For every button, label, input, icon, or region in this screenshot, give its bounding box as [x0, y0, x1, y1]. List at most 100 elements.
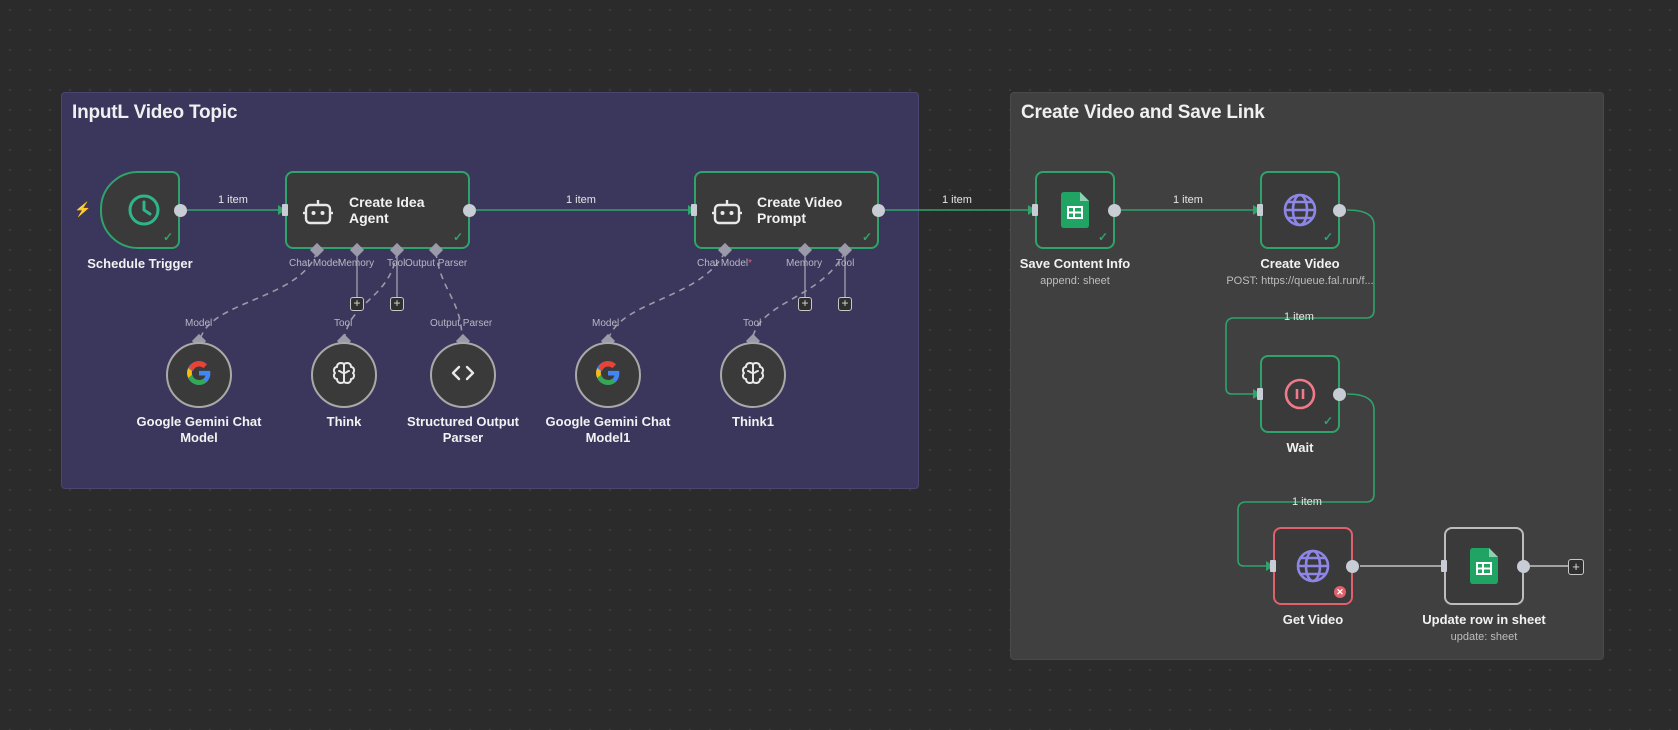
node-google-gemini-chat-model[interactable]: [166, 342, 232, 408]
input-port[interactable]: [1032, 204, 1038, 216]
node-title: Create Video Prompt: [757, 194, 842, 226]
port-label-chat-model: Chat Model*: [697, 258, 752, 269]
node-label: Wait: [1286, 440, 1314, 455]
input-port[interactable]: [1257, 204, 1263, 216]
add-tool-button[interactable]: +: [390, 297, 404, 311]
node-wait[interactable]: ✓: [1260, 355, 1340, 433]
error-icon: ✕: [1334, 586, 1346, 598]
input-port[interactable]: [282, 204, 288, 216]
node-label: Schedule Trigger: [87, 256, 193, 271]
node-title-line: Prompt: [757, 210, 806, 226]
node-label: Structured Output Parser: [393, 414, 533, 446]
globe-icon: [1280, 190, 1320, 230]
edge-label: 1 item: [1292, 496, 1322, 508]
node-label-line: Google Gemini Chat: [136, 414, 262, 429]
success-check-icon: ✓: [1322, 414, 1333, 428]
clock-icon: [124, 190, 164, 230]
port-label-memory: Memory: [786, 258, 823, 269]
output-port[interactable]: [1517, 560, 1530, 573]
port-label-tool: Tool: [387, 258, 406, 269]
node-save-content-info[interactable]: ✓: [1035, 171, 1115, 249]
node-think1[interactable]: [720, 342, 786, 408]
node-label: Think: [326, 414, 362, 429]
edge-label: 1 item: [942, 194, 972, 206]
port-label-model: Model: [592, 318, 620, 329]
required-marker: *: [748, 258, 753, 269]
success-check-icon: ✓: [162, 230, 173, 244]
google-icon: [186, 360, 212, 391]
node-subtitle: append: sheet: [1040, 275, 1110, 287]
port-label-tool: Tool: [334, 318, 353, 329]
port-label-output-parser: Output Parser: [430, 318, 493, 329]
node-label: Create Video: [1260, 256, 1340, 271]
node-think[interactable]: [311, 342, 377, 408]
port-label-text: Chat Model: [697, 258, 749, 269]
node-structured-output-parser[interactable]: [430, 342, 496, 408]
output-port[interactable]: [1108, 204, 1121, 217]
node-label-line: Model: [180, 430, 218, 445]
add-tool-button[interactable]: +: [838, 297, 852, 311]
input-port[interactable]: [1257, 388, 1263, 400]
node-label: Google Gemini Chat Model1: [528, 414, 688, 446]
node-create-idea-agent[interactable]: Create Idea Agent ✓: [285, 171, 470, 249]
node-label-line: Model1: [585, 430, 631, 445]
add-node-button[interactable]: +: [1568, 559, 1584, 575]
node-label-line: Parser: [442, 430, 484, 445]
port-label-output-parser: Output Parser: [405, 258, 468, 269]
node-label: Save Content Info: [1019, 256, 1131, 271]
node-title: Create Idea Agent: [349, 194, 424, 226]
output-port[interactable]: [1333, 204, 1346, 217]
node-title-line: Agent: [349, 210, 389, 226]
success-check-icon: ✓: [861, 230, 872, 244]
brain-icon: [740, 360, 766, 391]
globe-icon: [1293, 546, 1333, 586]
edge-label: 1 item: [1284, 311, 1314, 323]
node-label: Think1: [732, 414, 774, 429]
input-port[interactable]: [1270, 560, 1276, 572]
robot-icon: [712, 197, 742, 227]
node-subtitle: update: sheet: [1450, 631, 1518, 643]
node-update-row-in-sheet[interactable]: [1444, 527, 1524, 605]
output-port[interactable]: [1333, 388, 1346, 401]
node-title-line: Create Idea: [349, 194, 425, 210]
robot-icon: [303, 197, 333, 227]
port-label-model: Model: [185, 318, 213, 329]
google-sheets-icon: [1057, 191, 1093, 229]
add-memory-button[interactable]: +: [798, 297, 812, 311]
output-port[interactable]: [463, 204, 476, 217]
success-check-icon: ✓: [452, 230, 463, 244]
node-create-video-prompt[interactable]: Create Video Prompt ✓: [694, 171, 879, 249]
code-icon: [450, 362, 476, 389]
edge-label: 1 item: [1173, 194, 1203, 206]
node-subtitle: POST: https://queue.fal.run/f...: [1226, 275, 1374, 287]
edge-label: 1 item: [218, 194, 248, 206]
brain-icon: [331, 360, 357, 391]
success-check-icon: ✓: [1322, 230, 1333, 244]
output-port[interactable]: [174, 204, 187, 217]
node-label: Get Video: [1282, 612, 1344, 627]
input-port[interactable]: [1441, 560, 1447, 572]
output-port[interactable]: [872, 204, 885, 217]
trigger-bolt-icon: ⚡: [74, 201, 92, 217]
input-port[interactable]: [691, 204, 697, 216]
node-label: Update row in sheet: [1422, 612, 1546, 627]
success-check-icon: ✓: [1097, 230, 1108, 244]
node-get-video[interactable]: ✕: [1273, 527, 1353, 605]
node-schedule-trigger[interactable]: ✓: [100, 171, 180, 249]
port-label-chat-model: Chat Model: [289, 258, 339, 269]
port-label-memory: Memory: [338, 258, 375, 269]
add-memory-button[interactable]: +: [350, 297, 364, 311]
node-title-line: Create Video: [757, 194, 843, 210]
port-label-tool: Tool: [836, 258, 855, 269]
port-label-tool: Tool: [743, 318, 762, 329]
output-port[interactable]: [1346, 560, 1359, 573]
pause-icon: [1280, 374, 1320, 414]
node-label: Google Gemini Chat Model: [119, 414, 279, 446]
node-google-gemini-chat-model1[interactable]: [575, 342, 641, 408]
node-create-video[interactable]: ✓: [1260, 171, 1340, 249]
node-label-line: Google Gemini Chat: [545, 414, 671, 429]
google-icon: [595, 360, 621, 391]
node-label-line: Structured Output: [407, 414, 519, 429]
edge-label: 1 item: [566, 194, 596, 206]
google-sheets-icon: [1466, 547, 1502, 585]
